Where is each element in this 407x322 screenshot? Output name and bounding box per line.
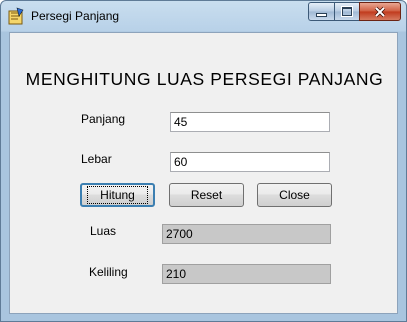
hitung-button-label: Hitung xyxy=(87,186,148,204)
window-title: Persegi Panjang xyxy=(31,9,120,23)
close-window-button[interactable] xyxy=(359,2,401,21)
reset-button[interactable]: Reset xyxy=(169,183,244,207)
form-client-area: MENGHITUNG LUAS PERSEGI PANJANG Panjang … xyxy=(9,32,398,314)
hitung-button[interactable]: Hitung xyxy=(80,183,155,207)
reset-button-label: Reset xyxy=(190,188,223,202)
close-icon xyxy=(374,6,386,17)
lebar-input[interactable] xyxy=(170,152,330,172)
maximize-icon xyxy=(341,6,353,17)
minimize-icon xyxy=(316,12,327,17)
minimize-button[interactable] xyxy=(308,2,334,21)
title-bar[interactable]: Persegi Panjang xyxy=(1,1,406,32)
app-icon xyxy=(8,7,24,25)
close-button[interactable]: Close xyxy=(257,183,332,207)
luas-output xyxy=(162,224,331,244)
app-window: Persegi Panjang MENGHITUNG LUAS PERSEGI … xyxy=(0,0,407,322)
keliling-output xyxy=(162,264,331,284)
form-heading: MENGHITUNG LUAS PERSEGI PANJANG xyxy=(25,69,384,89)
lebar-label: Lebar xyxy=(81,152,112,166)
luas-label: Luas xyxy=(90,224,117,238)
close-button-label: Close xyxy=(279,188,310,202)
maximize-button[interactable] xyxy=(334,2,359,21)
panjang-input[interactable] xyxy=(170,112,330,132)
panjang-label: Panjang xyxy=(81,112,126,126)
keliling-label: Keliling xyxy=(89,265,128,279)
